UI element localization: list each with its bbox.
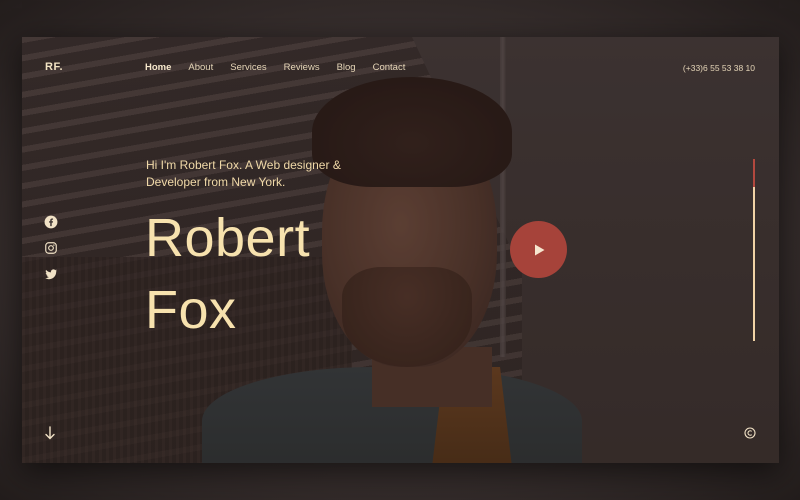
social-links [44, 215, 58, 281]
nav-item-home[interactable]: Home [145, 62, 171, 73]
brand-logo[interactable]: RF. [45, 61, 63, 73]
hero-section: RF. Home About Services Reviews Blog Con… [22, 37, 779, 463]
hero-name-first: Robert [145, 208, 311, 268]
hero-intro-text: Hi I'm Robert Fox. A Web designer & Deve… [146, 158, 341, 189]
facebook-icon[interactable] [44, 215, 58, 229]
main-nav: Home About Services Reviews Blog Contact [145, 62, 422, 73]
arrow-down-icon[interactable] [44, 426, 56, 440]
play-icon [534, 244, 544, 255]
hero-name-last: Fox [145, 280, 237, 340]
nav-item-contact[interactable]: Contact [373, 62, 406, 73]
nav-item-about[interactable]: About [188, 62, 213, 73]
scroll-progress-track[interactable] [753, 159, 755, 341]
scroll-progress-fill [753, 186, 755, 341]
twitter-icon[interactable] [44, 267, 58, 281]
hero-overlay [22, 37, 779, 463]
instagram-icon[interactable] [44, 241, 58, 255]
nav-item-services[interactable]: Services [230, 62, 266, 73]
nav-item-reviews[interactable]: Reviews [284, 62, 320, 73]
phone-number[interactable]: (+33)6 55 53 38 10 [683, 63, 755, 73]
scroll-progress-marker [753, 159, 755, 187]
copyright-icon [744, 427, 756, 439]
nav-item-blog[interactable]: Blog [337, 62, 356, 73]
play-video-button[interactable] [510, 221, 567, 278]
